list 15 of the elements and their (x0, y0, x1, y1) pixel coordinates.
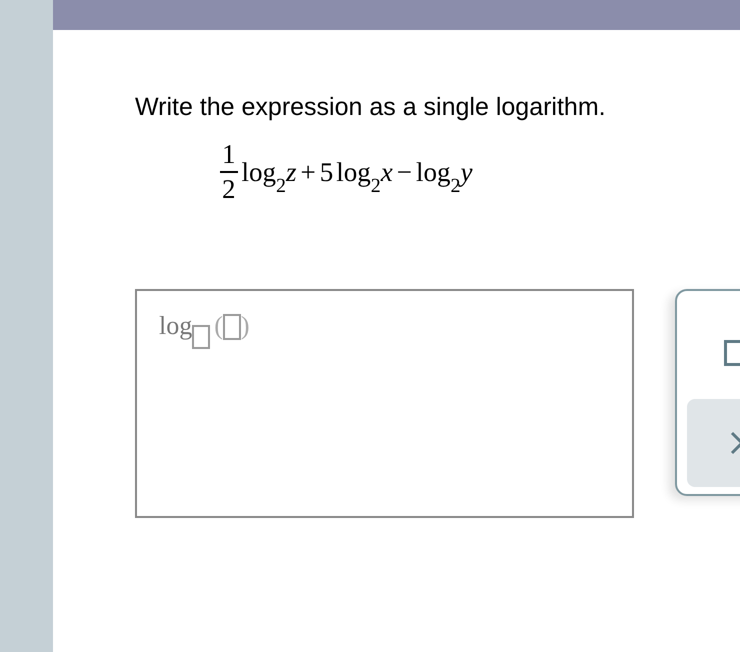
close-parenthesis: ) (240, 312, 250, 339)
log-term: log$_{2}$z (242, 156, 297, 192)
base-slot-icon (192, 324, 210, 349)
coefficient: 5 (320, 156, 334, 189)
argument-slot-icon (222, 314, 241, 340)
log-term: log$_{2}$y (416, 156, 472, 192)
operator: − (396, 156, 412, 189)
denominator: 2 (221, 176, 236, 203)
log-label: log (159, 312, 192, 339)
open-parenthesis: ( (214, 312, 223, 339)
question-text: Write the expression as a single logarithm. (135, 92, 607, 123)
answer-field[interactable]: log ( ) (135, 288, 634, 518)
operator: + (300, 156, 316, 189)
log-term: log$_{2}$x (336, 156, 393, 192)
numerator: 1 (221, 141, 236, 168)
